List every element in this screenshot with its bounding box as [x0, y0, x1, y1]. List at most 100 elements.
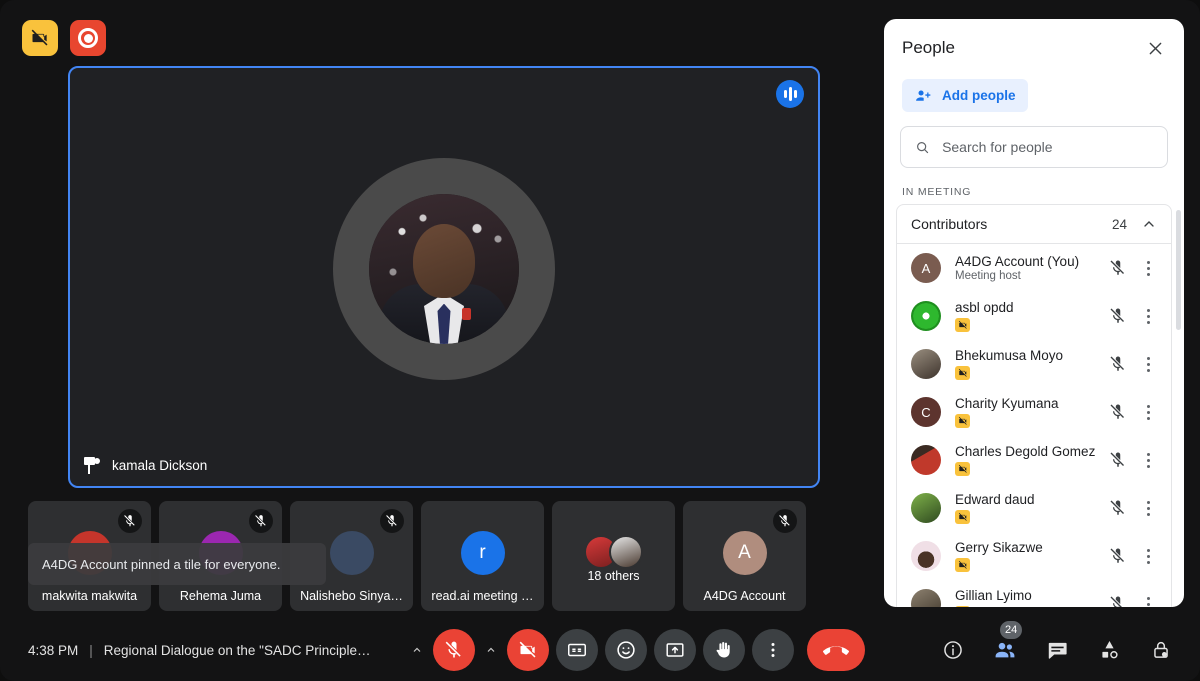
participant-more-options[interactable]	[1135, 452, 1161, 468]
audio-level-icon	[776, 80, 804, 108]
leave-call-button[interactable]	[807, 629, 865, 671]
people-count-badge: 24	[1000, 621, 1023, 639]
others-count-label: 18 others	[587, 569, 640, 583]
raise-hand-button[interactable]	[703, 629, 745, 671]
participant-mic-status[interactable]	[1101, 307, 1135, 325]
participant-more-options[interactable]	[1135, 404, 1161, 420]
present-screen-icon	[666, 643, 684, 657]
call-controls	[408, 629, 865, 671]
video-off-icon	[955, 414, 970, 428]
participant-name: asbl opdd	[955, 300, 1014, 315]
table-row[interactable]: Gerry Sikazwe	[897, 532, 1171, 580]
mic-off-icon	[118, 509, 142, 533]
emoji-button[interactable]	[605, 629, 647, 671]
contributors-group-header[interactable]: Contributors 24	[896, 204, 1172, 244]
more-options-button[interactable]	[752, 629, 794, 671]
recording-badge[interactable]	[70, 20, 106, 56]
filmstrip-tile-label: Nalishebo Sinya…	[300, 589, 403, 603]
meeting-details-button[interactable]	[936, 633, 970, 667]
participant-mic-status[interactable]	[1101, 259, 1135, 277]
table-row[interactable]: Bhekumusa Moyo	[897, 340, 1171, 388]
table-row[interactable]: asbl opdd	[897, 292, 1171, 340]
people-button[interactable]: 24	[988, 621, 1023, 667]
video-off-badge[interactable]	[22, 20, 58, 56]
panel-scrollbar[interactable]	[1176, 210, 1181, 330]
avatar: A	[722, 531, 767, 575]
meeting-title: Regional Dialogue on the "SADC Principle…	[103, 642, 371, 658]
participant-more-options[interactable]	[1135, 548, 1161, 564]
video-off-icon	[955, 366, 970, 380]
bottom-toolbar: 4:38 PM | Regional Dialogue on the "SADC…	[0, 619, 1200, 681]
people-panel: People Add people IN MEETING	[884, 19, 1184, 607]
host-controls-button[interactable]	[1144, 633, 1178, 667]
mic-off-icon	[1110, 596, 1122, 607]
table-row[interactable]: Gillian Lyimo	[897, 580, 1171, 607]
participant-name: Gerry Sikazwe	[955, 540, 1043, 555]
present-button[interactable]	[654, 629, 696, 671]
avatar	[911, 589, 941, 607]
avatar: C	[911, 397, 941, 427]
filmstrip-tile[interactable]: r read.ai meeting …	[421, 501, 544, 611]
participant-mic-status[interactable]	[1101, 595, 1135, 607]
table-row[interactable]: A A4DG Account (You) Meeting host	[897, 244, 1171, 292]
participant-more-options[interactable]	[1135, 596, 1161, 608]
avatar-initial: A	[921, 260, 931, 276]
mic-off-icon	[1110, 260, 1124, 275]
end-call-icon	[823, 646, 849, 655]
people-icon	[995, 642, 1015, 658]
camera-button[interactable]	[507, 629, 549, 671]
mic-off-icon	[773, 509, 797, 533]
close-panel-button[interactable]	[1138, 31, 1172, 65]
stage-participant-name: kamala Dickson	[112, 458, 208, 473]
participant-mic-status[interactable]	[1101, 355, 1135, 373]
group-count: 24	[1111, 216, 1127, 232]
search-input[interactable]	[942, 139, 1153, 155]
filmstrip-tile-label: Rehema Juma	[179, 589, 262, 603]
toast-message: A4DG Account pinned a tile for everyone.	[42, 556, 281, 572]
mic-expand-chevron[interactable]	[408, 629, 426, 671]
search-box[interactable]	[900, 126, 1168, 168]
participant-mic-status[interactable]	[1101, 499, 1135, 517]
stage-name-overlay: kamala Dickson	[84, 457, 207, 474]
participant-mic-status[interactable]	[1101, 547, 1135, 565]
table-row[interactable]: C Charity Kyumana	[897, 388, 1171, 436]
chat-icon	[1048, 642, 1067, 659]
camera-expand-chevron[interactable]	[482, 629, 500, 671]
participants-list-wrapper: Contributors 24 A A4DG Account (You) Mee…	[884, 204, 1184, 607]
participant-mic-status[interactable]	[1101, 451, 1135, 469]
filmstrip-tile-others[interactable]: 18 others	[552, 501, 675, 611]
right-toolbar-controls: 24	[936, 621, 1178, 667]
participant-mic-status[interactable]	[1101, 403, 1135, 421]
participant-more-options[interactable]	[1135, 308, 1161, 324]
add-people-label: Add people	[942, 88, 1016, 103]
search-icon	[917, 141, 929, 153]
avatar	[911, 445, 941, 475]
meta-separator: |	[89, 642, 93, 658]
participant-name: Charles Degold Gomez	[955, 444, 1096, 459]
table-row[interactable]: Charles Degold Gomez	[897, 436, 1171, 484]
avatar: r	[460, 531, 505, 575]
captions-button[interactable]	[556, 629, 598, 671]
chevron-up-icon[interactable]	[1141, 216, 1157, 232]
top-status-badges	[22, 20, 106, 56]
participant-more-options[interactable]	[1135, 356, 1161, 372]
emoji-icon	[617, 641, 635, 659]
raise-hand-icon	[716, 641, 730, 658]
chat-button[interactable]	[1040, 633, 1074, 667]
mic-off-icon	[1110, 548, 1124, 563]
participant-more-options[interactable]	[1135, 500, 1161, 516]
table-row[interactable]: Edward daud	[897, 484, 1171, 532]
participants-list: A A4DG Account (You) Meeting host asbl o…	[896, 244, 1172, 607]
mic-button[interactable]	[433, 629, 475, 671]
mic-off-icon	[380, 509, 404, 533]
add-people-button[interactable]: Add people	[902, 79, 1028, 112]
mic-off-icon	[249, 509, 273, 533]
filmstrip-tile[interactable]: A A4DG Account	[683, 501, 806, 611]
participant-more-options[interactable]	[1135, 260, 1161, 276]
avatar-initial: r	[479, 542, 486, 563]
lock-icon	[1154, 642, 1168, 658]
avatar: A	[911, 253, 941, 283]
main-stage-tile[interactable]: kamala Dickson	[68, 66, 820, 488]
activities-button[interactable]	[1092, 633, 1126, 667]
video-off-icon	[955, 318, 970, 332]
